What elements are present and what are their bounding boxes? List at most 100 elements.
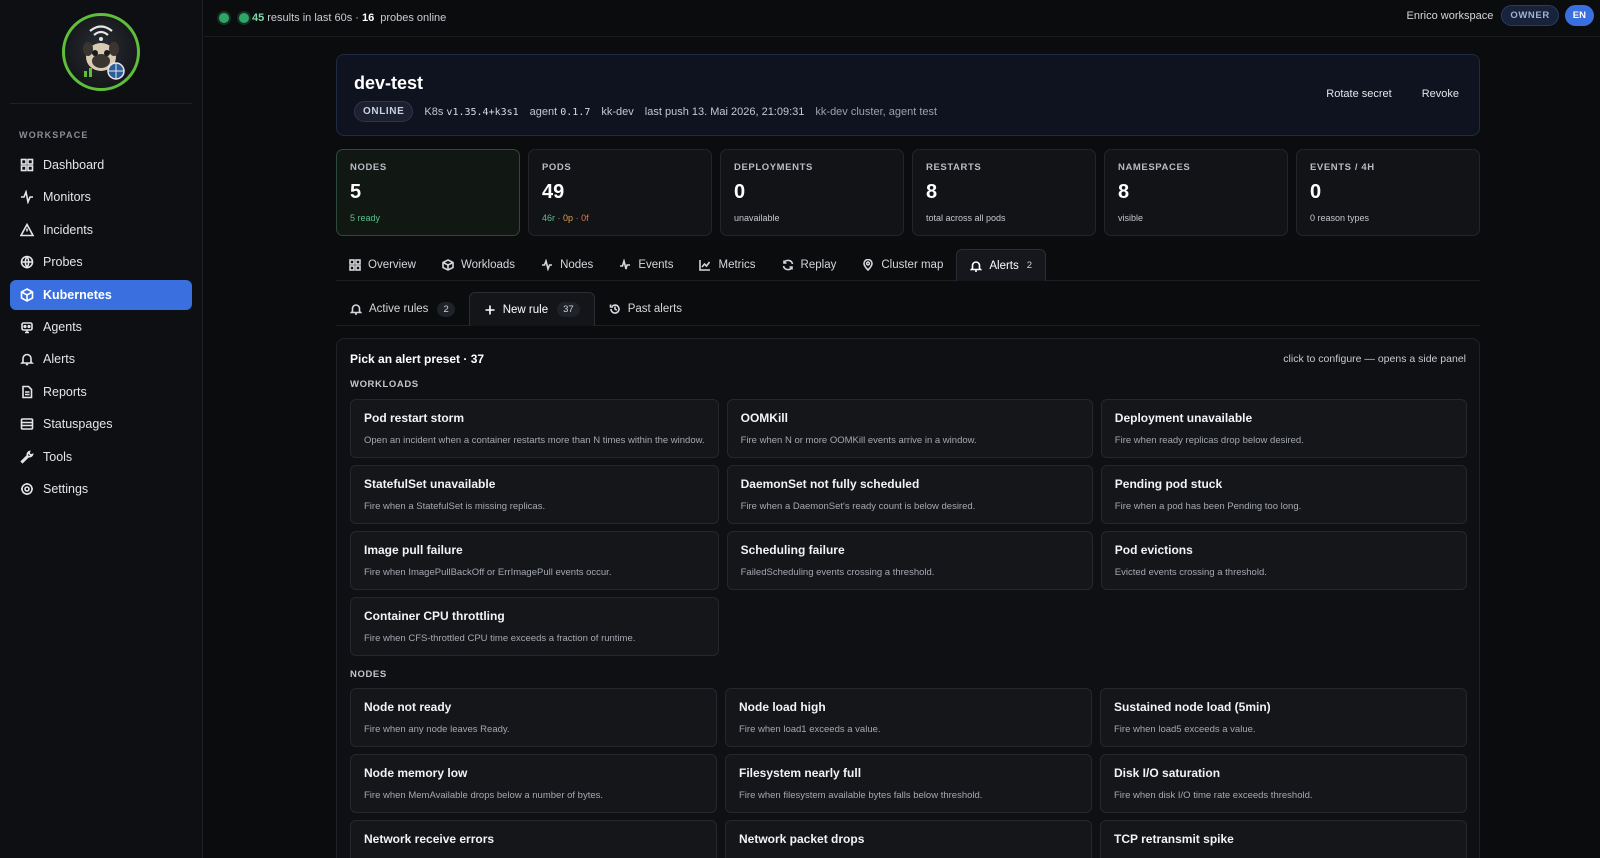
tab-label: Replay [800, 259, 837, 271]
stat-sub: unavailable [734, 213, 780, 223]
workspace-name[interactable]: Enrico workspace [1407, 10, 1494, 22]
stat-value: 8 [1118, 181, 1130, 203]
tab-label: Metrics [718, 259, 756, 271]
globe-icon [20, 255, 34, 270]
tab-alerts[interactable]: Alerts 2 [956, 249, 1047, 281]
preset-desc: Fire when a StatefulSet is missing repli… [364, 501, 546, 512]
preset-card[interactable]: Scheduling failure FailedScheduling event… [726, 531, 1093, 590]
sidebar-item-tools[interactable]: Tools [10, 442, 192, 472]
sidebar-item-reports[interactable]: Reports [10, 377, 192, 407]
preset-card[interactable]: DaemonSet not fully scheduled Fire when a… [726, 465, 1093, 524]
line-chart-icon [699, 259, 711, 271]
sidebar-item-settings[interactable]: Settings [10, 474, 192, 504]
separator: · [575, 213, 579, 223]
section-label-nodes: NODES [350, 669, 387, 680]
tab-nodes[interactable]: Nodes [528, 249, 606, 281]
document-icon [20, 385, 34, 399]
stat-value: 49 [542, 181, 565, 203]
stat-restarts[interactable]: RESTARTS 8 total across all pods [912, 149, 1096, 236]
preset-card[interactable]: Disk I/O saturation Fire when disk I/O ti… [1100, 754, 1467, 813]
sidebar-item-agents[interactable]: Agents [10, 312, 192, 342]
preset-title: Scheduling failure [740, 543, 845, 557]
preset-card[interactable]: Node memory low Fire when MemAvailable dr… [350, 754, 717, 813]
tab-metrics[interactable]: Metrics [686, 249, 768, 281]
preset-card[interactable]: Sustained node load (5min) Fire when load… [1100, 688, 1467, 747]
sidebar-item-monitors[interactable]: Monitors [10, 182, 192, 212]
preset-card[interactable]: Pod restart storm Open an incident when a… [350, 399, 719, 458]
tab-label: Events [638, 259, 674, 271]
preset-card[interactable]: Network packet drops [725, 820, 1092, 858]
stat-namespaces[interactable]: NAMESPACES 8 visible [1104, 149, 1288, 236]
subtab-past-alerts[interactable]: Past alerts [595, 292, 696, 326]
sidebar-item-incidents[interactable]: Incidents [10, 215, 192, 245]
sidebar-item-statuspages[interactable]: Statuspages [10, 409, 192, 439]
revoke-button[interactable]: Revoke [1422, 88, 1459, 100]
stat-value: 0 [1310, 181, 1322, 203]
pug-logo-icon[interactable] [62, 12, 140, 91]
preset-card[interactable]: StatefulSet unavailable Fire when a State… [350, 465, 719, 524]
preset-title: Node load high [739, 700, 826, 714]
preset-title: Network receive errors [364, 832, 495, 846]
preset-desc: Fire when N or more OOMKill events arriv… [740, 435, 977, 446]
preset-title: Sustained node load (5min) [1114, 700, 1271, 714]
preset-card[interactable]: Node load high Fire when load1 exceeds a … [725, 688, 1092, 747]
subtab-active-rules[interactable]: Active rules 2 [336, 292, 469, 326]
preset-desc: Fire when MemAvailable drops below a num… [364, 790, 604, 801]
dashboard-icon [20, 158, 34, 172]
preset-card[interactable]: Deployment unavailable Fire when ready re… [1100, 399, 1467, 458]
preset-card[interactable]: Filesystem nearly full Fire when filesyst… [725, 754, 1092, 813]
subtab-label: Active rules [369, 303, 429, 315]
preset-card[interactable]: OOMKill Fire when N or more OOMKill event… [726, 399, 1093, 458]
preset-title: Node memory low [364, 766, 468, 780]
stat-nodes[interactable]: NODES 5 5 ready [336, 149, 520, 236]
stat-sub: 5 ready [350, 213, 381, 223]
tab-label: Workloads [460, 259, 516, 271]
probes-text: probes online [380, 12, 447, 24]
sidebar-item-label: Agents [43, 319, 82, 334]
preset-desc: Fire when filesystem available bytes fal… [739, 790, 983, 801]
stat-events[interactable]: EVENTS / 4H 0 0 reason types [1296, 149, 1480, 236]
agent-version-value: 0.1.7 [560, 106, 591, 118]
cube-icon [442, 259, 454, 271]
rotate-secret-button[interactable]: Rotate secret [1326, 88, 1391, 100]
sidebar-item-dashboard[interactable]: Dashboard [10, 150, 192, 180]
preset-card[interactable]: Pod evictions Evicted events crossing a t… [1100, 531, 1467, 590]
sidebar-item-label: Reports [43, 384, 87, 399]
sidebar-item-alerts[interactable]: Alerts [10, 344, 192, 374]
preset-card[interactable]: TCP retransmit spike [1100, 820, 1467, 858]
preset-card[interactable]: Network receive errors [350, 820, 717, 858]
tab-cluster-map[interactable]: Cluster map [849, 249, 956, 281]
count-pill: 37 [557, 302, 580, 317]
preset-card[interactable]: Node not ready Fire when any node leaves … [350, 688, 717, 747]
pods-running: 46r [542, 213, 556, 223]
preset-desc: Fire when ready replicas drop below desi… [1114, 435, 1304, 446]
tab-replay[interactable]: Replay [769, 249, 850, 281]
preset-title: Container CPU throttling [364, 609, 505, 623]
language-button[interactable]: EN [1564, 5, 1594, 26]
stats-row: NODES 5 5 ready PODS 49 46r · 0p · 0f DE… [336, 149, 1480, 236]
preset-title: Deployment unavailable [1114, 411, 1253, 425]
activity-icon [20, 190, 34, 205]
sidebar-item-probes[interactable]: Probes [10, 247, 192, 277]
k8s-version-value: v1.35.4+k3s1 [446, 106, 519, 118]
panel-hint: click to configure — opens a side panel [1283, 353, 1466, 365]
sidebar-item-label: Alerts [43, 352, 75, 367]
preset-card[interactable]: Container CPU throttling Fire when CFS-th… [350, 597, 719, 656]
preset-desc: Fire when disk I/O time rate exceeds thr… [1114, 790, 1313, 801]
tab-overview[interactable]: Overview [336, 249, 429, 281]
preset-title: Pending pod stuck [1114, 477, 1223, 491]
stat-deployments[interactable]: DEPLOYMENTS 0 unavailable [720, 149, 904, 236]
activity-icon [541, 259, 553, 271]
tab-events[interactable]: Events [606, 249, 686, 281]
status-dot-icon [239, 13, 249, 23]
stat-pods[interactable]: PODS 49 46r · 0p · 0f [528, 149, 712, 236]
sidebar-section-label: WORKSPACE [19, 130, 89, 140]
preset-card[interactable]: Image pull failure Fire when ImagePullBac… [350, 531, 719, 590]
preset-title: Pod evictions [1114, 543, 1193, 557]
preset-title: Node not ready [364, 700, 452, 714]
preset-card[interactable]: Pending pod stuck Fire when a pod has bee… [1100, 465, 1467, 524]
subtab-label: New rule [502, 303, 549, 316]
sidebar-item-kubernetes[interactable]: Kubernetes [10, 279, 192, 310]
subtab-new-rule[interactable]: New rule 37 [468, 292, 595, 326]
tab-workloads[interactable]: Workloads [429, 249, 528, 281]
